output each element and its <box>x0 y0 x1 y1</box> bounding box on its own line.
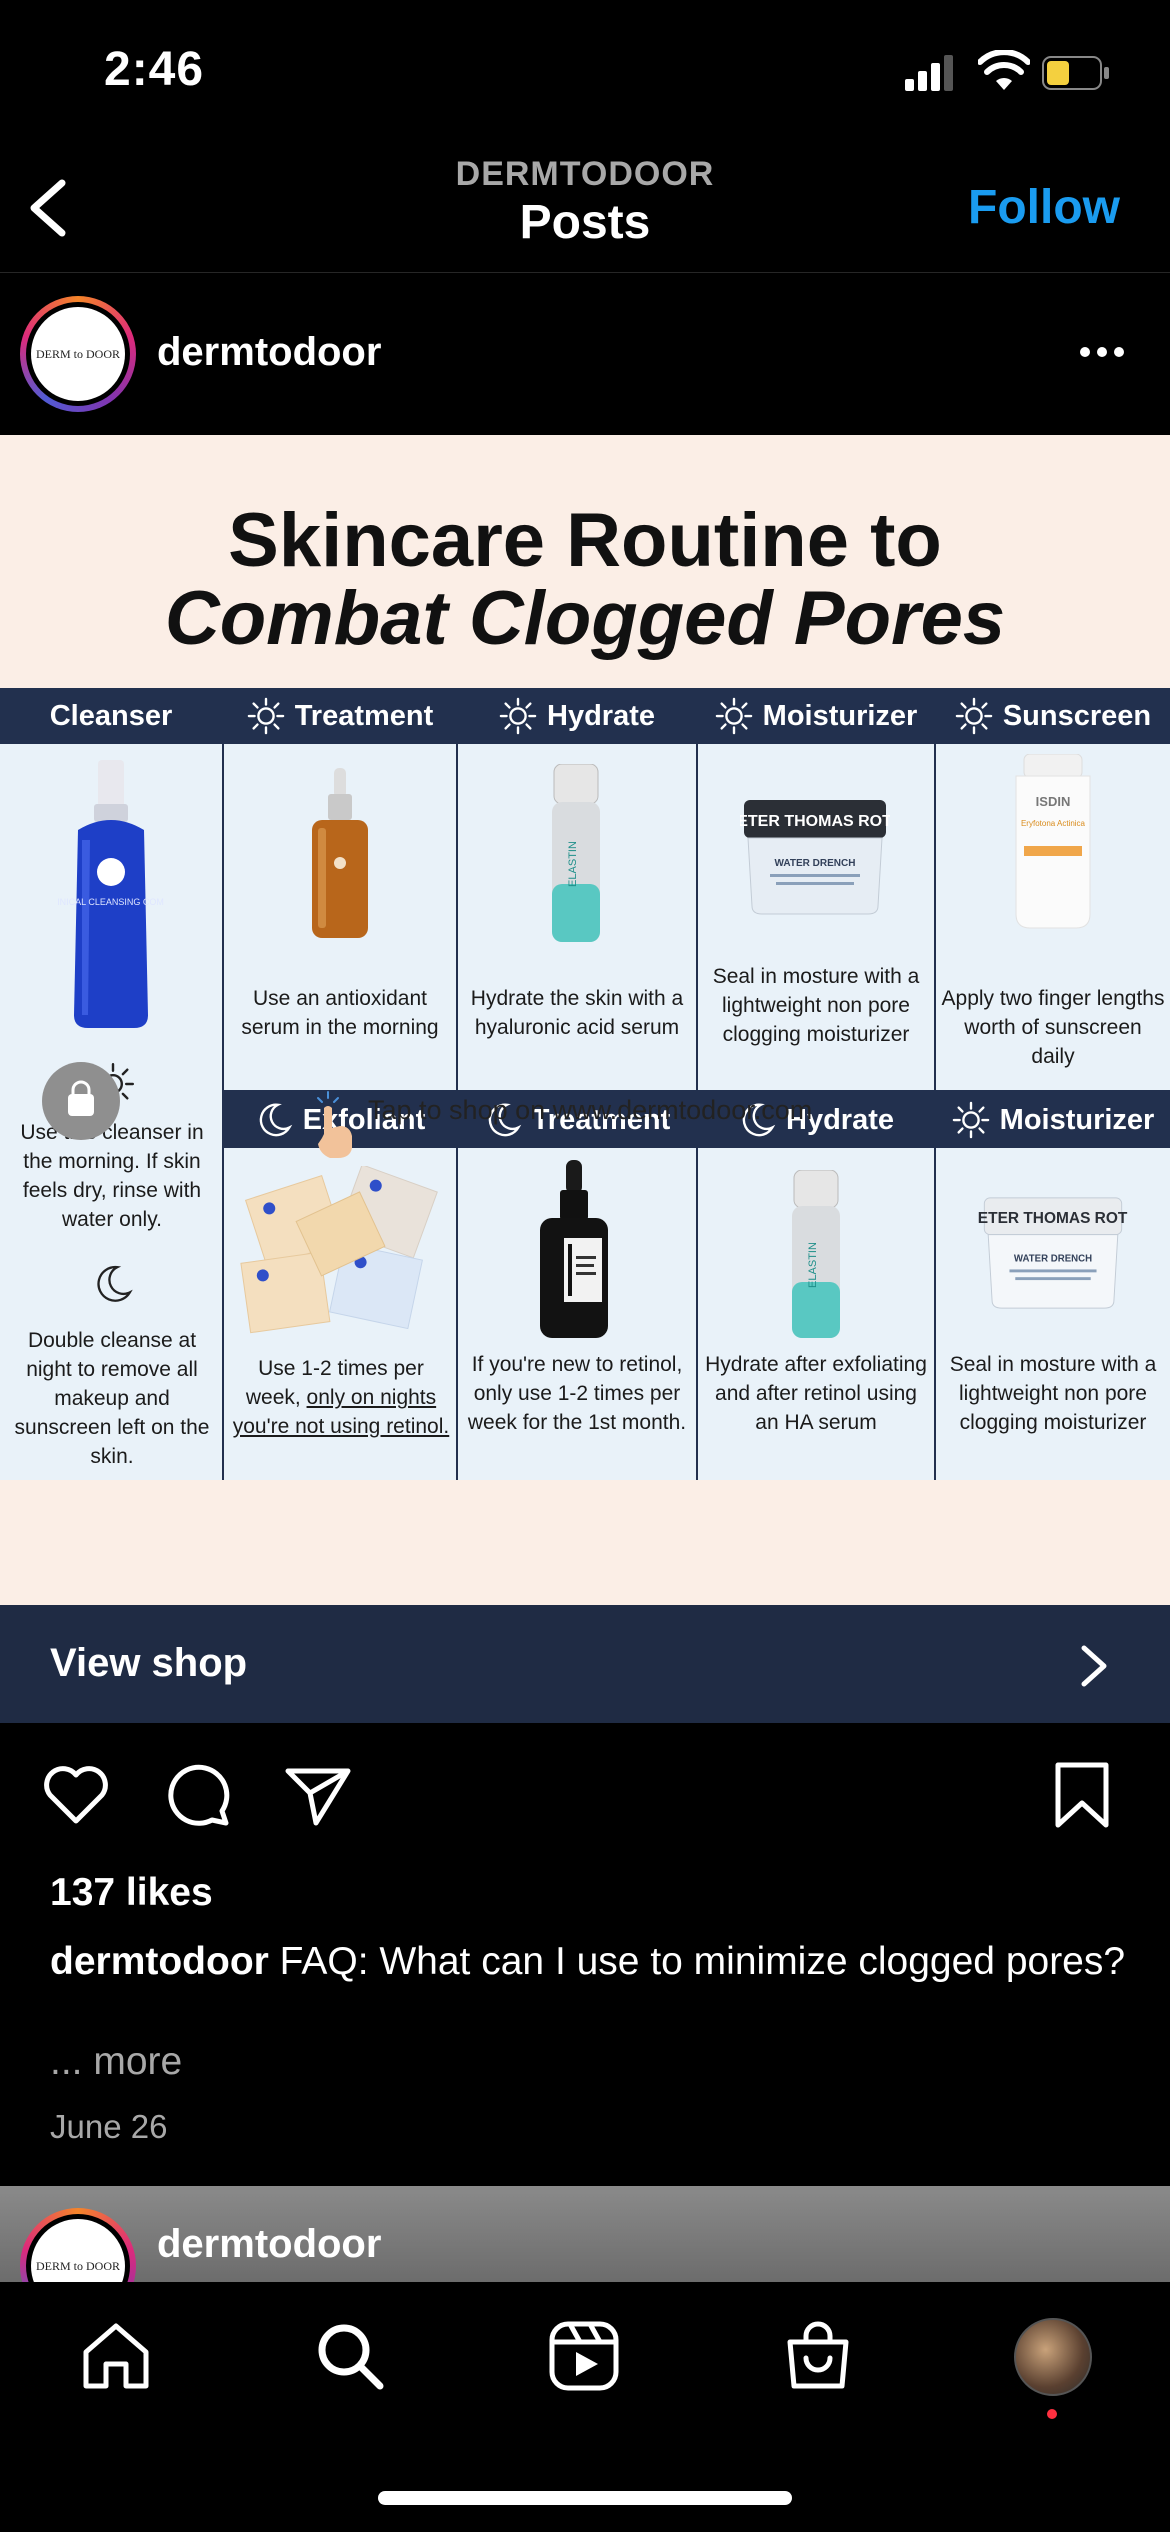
image-title-line1: Skincare Routine to <box>228 498 942 583</box>
search-icon[interactable] <box>312 2318 388 2394</box>
svg-text:PETER THOMAS ROTH: PETER THOMAS ROTH <box>740 813 890 830</box>
svg-text:iS CLINICAL CLEANSING COMPLEX: iS CLINICAL CLEANSING COMPLEX <box>58 897 164 907</box>
header-moisturizer-pm: Moisturizer <box>936 1092 1170 1148</box>
moon-icon <box>97 1265 133 1302</box>
cleanser-bottle: iS CLINICAL CLEANSING COMPLEX <box>58 760 164 1028</box>
header-treatment-am: Treatment <box>224 688 456 744</box>
sun-icon <box>247 697 284 735</box>
wifi-icon <box>978 50 1030 90</box>
svg-text:ELASTIN: ELASTIN <box>567 841 579 887</box>
tap-to-shop-banner <box>0 1480 1170 1605</box>
post-username[interactable]: dermtodoor <box>157 330 381 375</box>
caption-text: FAQ: What can I use to minimize clogged … <box>279 1940 1126 1983</box>
grid-line <box>222 688 224 1480</box>
likes-count[interactable]: 137 likes <box>50 1871 213 1915</box>
retinol-bottle <box>540 1160 608 1338</box>
sunscreen-text: Apply two finger lengths worth of sunscr… <box>941 987 1165 1068</box>
hydrate-pm-text: Hydrate after exfoliating and after reti… <box>705 1353 927 1434</box>
next-post-username[interactable]: dermtodoor <box>157 2222 381 2267</box>
hyaluronic-serum-bottle: ELASTIN <box>552 764 600 942</box>
shop-icon[interactable] <box>780 2318 856 2394</box>
header-divider <box>0 272 1170 273</box>
comment-icon[interactable] <box>160 1757 236 1833</box>
caption-username[interactable]: dermtodoor <box>50 1940 269 1983</box>
header-moisturizer-am: Moisturizer <box>698 688 934 744</box>
exfoliant-packets <box>240 1166 438 1334</box>
bookmark-icon[interactable] <box>1044 1757 1120 1833</box>
sun-icon <box>952 1101 989 1139</box>
moon-icon <box>259 1103 293 1137</box>
sun-icon <box>955 697 993 735</box>
status-time: 2:46 <box>104 43 205 96</box>
sun-icon <box>715 697 752 735</box>
svg-text:Eryfotona Actinica: Eryfotona Actinica <box>1021 819 1086 828</box>
chevron-right-icon <box>1081 1645 1107 1687</box>
hydrate-am-text: Hydrate the skin with a hyaluronic acid … <box>470 987 684 1039</box>
more-dots-icon[interactable] <box>1078 345 1126 359</box>
post-avatar[interactable]: DERM to DOOR <box>20 296 136 412</box>
post-caption: dermtodoor FAQ: What can I use to minimi… <box>50 1938 1130 1986</box>
cleanser-pm-text: Double cleanse at night to remove all ma… <box>14 1329 210 1468</box>
exfoliant-text: Use 1-2 times per week, only on nights y… <box>232 1357 450 1438</box>
post-date: June 26 <box>50 2108 168 2145</box>
hyaluronic-serum-bottle-pm: ELASTIN <box>792 1170 840 1338</box>
home-icon[interactable] <box>78 2318 154 2394</box>
grid-line <box>456 688 458 1480</box>
grid-line <box>696 688 698 1480</box>
image-title-line2: Combat Clogged Pores <box>164 576 1006 661</box>
view-shop-label: View shop <box>50 1641 248 1685</box>
follow-button[interactable]: Follow <box>968 180 1120 235</box>
sun-icon <box>499 697 537 735</box>
svg-text:WATER DRENCH: WATER DRENCH <box>1014 1254 1092 1265</box>
grid-line <box>934 688 936 1480</box>
shopping-bag-icon[interactable] <box>42 1062 120 1140</box>
heart-icon[interactable] <box>38 1757 114 1833</box>
grid-line <box>224 1090 1170 1092</box>
post-image[interactable]: Skincare Routine to Combat Clogged Pores… <box>0 435 1170 1605</box>
svg-text:ELASTIN: ELASTIN <box>807 1242 819 1288</box>
share-icon[interactable] <box>280 1757 356 1833</box>
treatment-am-text: Use an antioxidant serum in the morning <box>241 987 439 1039</box>
profile-avatar-tab[interactable] <box>1014 2318 1092 2396</box>
notification-dot <box>1047 2409 1057 2419</box>
more-link[interactable]: ... more <box>50 2040 182 2084</box>
header-sunscreen: Sunscreen <box>936 688 1170 744</box>
svg-text:PETER THOMAS ROTH: PETER THOMAS ROTH <box>978 1210 1128 1227</box>
svg-text:ISDIN: ISDIN <box>1036 794 1071 809</box>
battery-icon <box>1042 56 1109 90</box>
moisturizer-jar: PETER THOMAS ROTH WATER DRENCH <box>740 800 890 915</box>
moisturizer-am-text: Seal in mosture with a lightweight non p… <box>712 965 920 1046</box>
sunscreen-bottle: ISDIN Eryfotona Actinica <box>1015 754 1091 929</box>
treatment-pm-text: If you're new to retinol, only use 1-2 t… <box>467 1353 687 1434</box>
svg-text:WATER DRENCH: WATER DRENCH <box>775 858 856 869</box>
routine-grid: Cleanser Treatment Hydrate Moisturizer S… <box>0 688 1170 1480</box>
moisturizer-jar-pm: PETER THOMAS ROTH WATER DRENCH <box>978 1197 1128 1309</box>
reels-icon[interactable] <box>546 2318 622 2394</box>
moisturizer-pm-text: Seal in mosture with a lightweight non p… <box>949 1353 1157 1434</box>
home-indicator <box>378 2491 792 2505</box>
tap-hand-icon <box>317 1091 352 1158</box>
header-hydrate-am: Hydrate <box>458 688 696 744</box>
antioxidant-serum-bottle <box>312 768 368 938</box>
cellular-signal-icon <box>905 55 953 91</box>
tap-to-shop-text: Tap to shop on www.dermtodoor.com <box>368 1095 813 1125</box>
header-cleanser: Cleanser <box>0 688 222 744</box>
